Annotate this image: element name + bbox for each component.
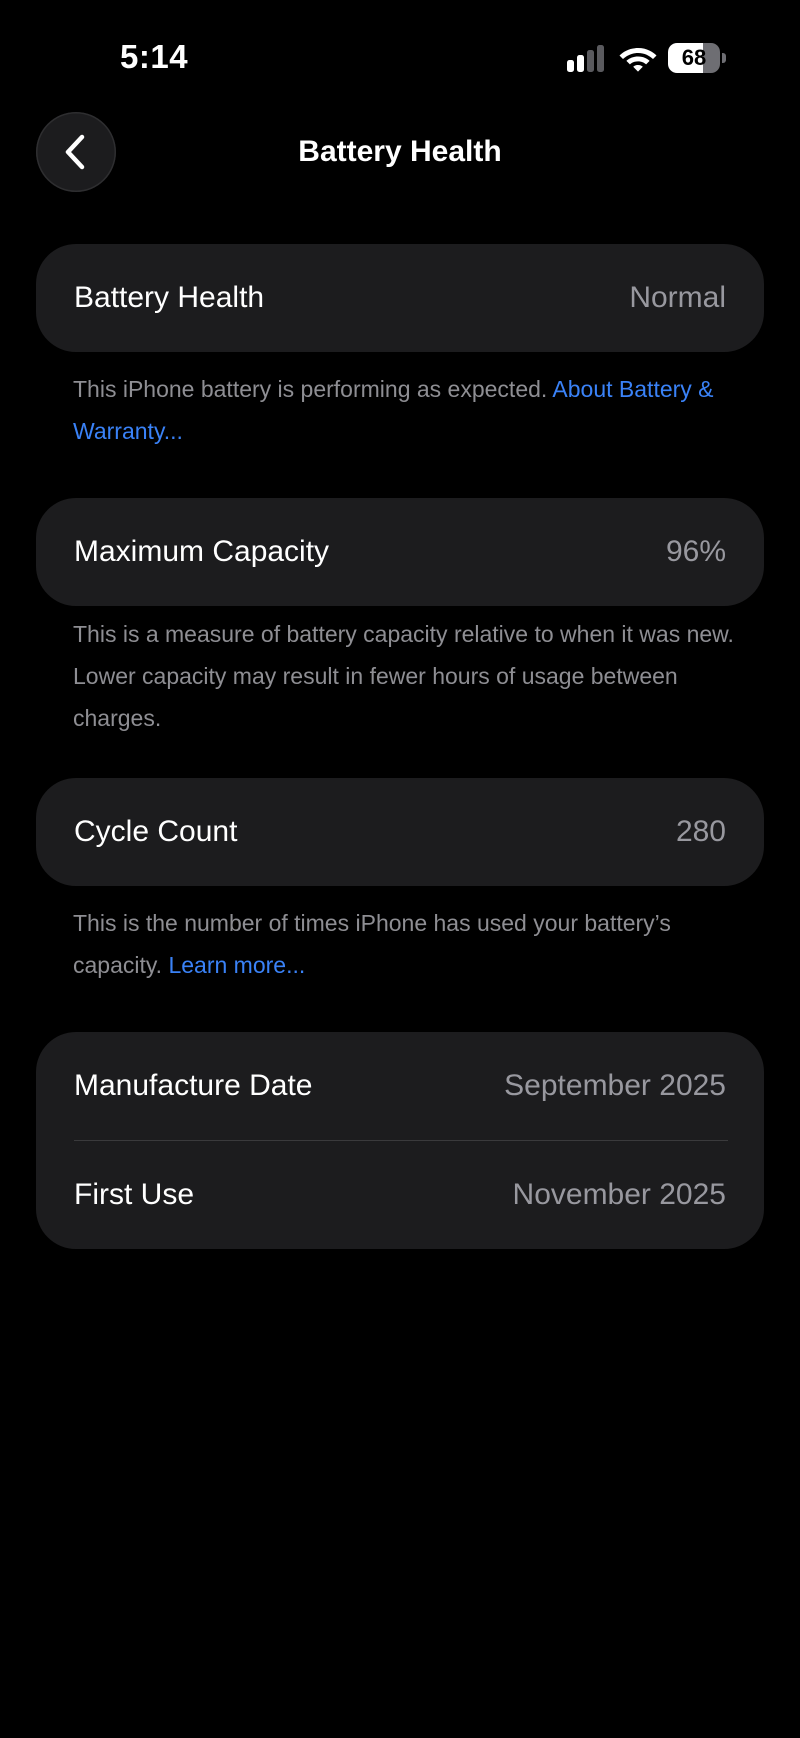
maximum-capacity-value: 96% [665,535,726,568]
cycle-count-footnote-text: This is the number of times iPhone has u… [73,910,671,978]
battery-health-footnote: This iPhone battery is performing as exp… [73,368,753,452]
status-time: 5:14 [120,38,189,75]
battery-health-footnote-text: This iPhone battery is performing as exp… [73,376,553,402]
cycle-count-value: 280 [675,815,726,848]
cycle-count-footnote: This is the number of times iPhone has u… [73,902,753,986]
cycle-count-label: Cycle Count [74,815,238,848]
first-use-row: First Use November 2025 [36,1141,764,1249]
battery-dates-card: Manufacture Date September 2025 First Us… [36,1032,764,1249]
learn-more-link[interactable]: Learn more... [168,952,305,978]
cellular-signal-icon [567,45,604,72]
battery-health-card: Battery Health Normal [36,244,764,352]
manufacture-date-label: Manufacture Date [74,1069,313,1102]
battery-icon: 68 [668,43,728,73]
battery-health-row: Battery Health Normal [36,244,764,352]
battery-body: 68 [668,43,720,73]
battery-health-label: Battery Health [74,281,265,314]
wifi-icon [619,48,657,72]
status-bar: 5:14 68 [0,0,800,110]
maximum-capacity-footnote: This is a measure of battery capacity re… [73,621,734,731]
page-title: Battery Health [298,135,502,168]
manufacture-date-row: Manufacture Date September 2025 [36,1032,764,1140]
battery-health-value: Normal [629,281,726,314]
manufacture-date-value: September 2025 [504,1069,726,1102]
cycle-count-row: Cycle Count 280 [36,778,764,886]
battery-cap [722,53,726,63]
cycle-count-card: Cycle Count 280 [36,778,764,886]
maximum-capacity-row: Maximum Capacity 96% [36,498,764,606]
maximum-capacity-card: Maximum Capacity 96% [36,498,764,606]
battery-level: 68 [681,45,707,70]
first-use-label: First Use [74,1178,194,1211]
maximum-capacity-label: Maximum Capacity [74,535,330,568]
first-use-value: November 2025 [512,1178,726,1211]
